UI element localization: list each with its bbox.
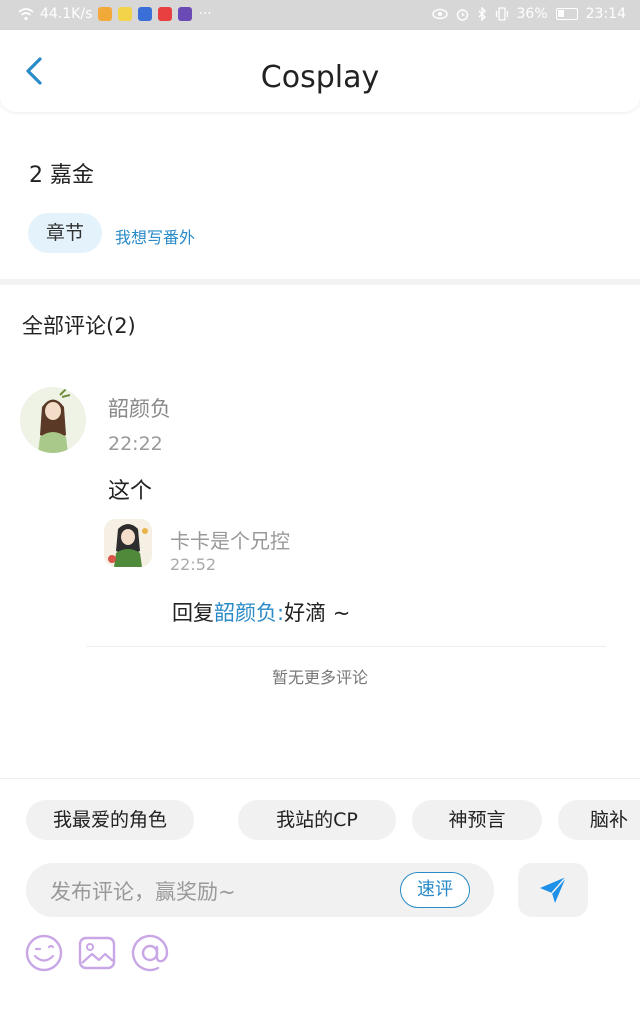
reply-text: 回复韶颜负:好滴 ~ <box>172 597 350 627</box>
more-notifications: ··· <box>198 6 212 22</box>
avatar[interactable] <box>20 387 86 453</box>
comment-divider <box>86 646 606 647</box>
suggestion-chip[interactable]: 神预言 <box>412 800 542 840</box>
reply-prefix: 回复 <box>172 601 214 625</box>
avatar-illustration <box>20 387 86 453</box>
mention-icon[interactable] <box>130 933 170 973</box>
page-title: Cosplay <box>260 60 380 95</box>
section-divider <box>0 279 640 285</box>
wifi-icon <box>18 8 34 21</box>
reply-username[interactable]: 卡卡是个兄控 <box>170 525 290 554</box>
avatar[interactable] <box>104 519 152 567</box>
app-notification-icon <box>118 7 133 21</box>
comments-heading: 全部评论(2) <box>22 314 136 338</box>
comment-username[interactable]: 韶颜负 <box>108 393 171 423</box>
vibrate-icon <box>495 7 508 21</box>
quick-review-button[interactable]: 速评 <box>400 872 470 908</box>
comment-text: 这个 <box>108 479 153 504</box>
image-icon[interactable] <box>77 933 117 973</box>
reply-mention[interactable]: 韶颜负 <box>214 601 277 625</box>
clock: 23:14 <box>585 6 626 22</box>
reply-time: 22:52 <box>170 555 217 574</box>
app-notification-icon <box>158 7 173 21</box>
comment-time: 22:22 <box>108 433 163 455</box>
no-more-comments: 暂无更多评论 <box>271 668 368 687</box>
top-app-bar: Cosplay <box>0 30 640 112</box>
alarm-icon <box>456 8 468 21</box>
suggestion-chip[interactable]: 我站的CP <box>238 800 396 840</box>
chapter-tag[interactable]: 章节 <box>28 213 102 253</box>
battery-icon <box>555 8 578 20</box>
app-notification-icon <box>138 7 153 21</box>
suggestion-chip[interactable]: 我最爱的角色 <box>26 800 194 840</box>
suggestion-chip[interactable]: 脑补 <box>558 800 640 840</box>
comment-placeholder: 发布评论，赢奖励~ <box>50 880 236 904</box>
reply-body: 好滴 ~ <box>284 601 351 625</box>
chapter-title: 2 嘉金 <box>29 163 94 188</box>
emoji-icon[interactable] <box>24 933 64 973</box>
status-bar: 44.1K/s ··· 36% 23:14 <box>0 0 640 30</box>
write-extra-link[interactable]: 我想写番外 <box>115 224 195 248</box>
comment-input[interactable]: 发布评论，赢奖励~ 速评 <box>26 863 494 917</box>
battery-percent: 36% <box>516 6 548 22</box>
bluetooth-icon <box>478 7 486 21</box>
eye-icon <box>431 8 448 20</box>
app-notification-icon <box>98 7 113 21</box>
send-button[interactable] <box>518 863 588 917</box>
app-notification-icon <box>178 7 193 21</box>
comment-composer: 我最爱的角色 我站的CP 神预言 脑补 发布评论，赢奖励~ 速评 <box>0 778 640 1024</box>
avatar-illustration <box>104 519 152 567</box>
network-speed: 44.1K/s <box>40 6 93 22</box>
send-icon <box>540 876 567 903</box>
